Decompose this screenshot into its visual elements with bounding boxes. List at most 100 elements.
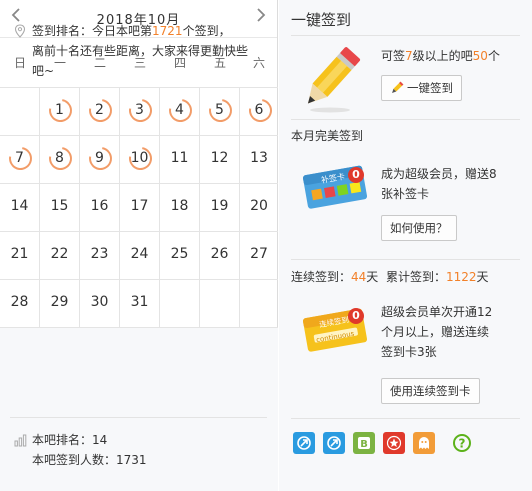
one-key-count: 50 (472, 49, 488, 63)
calendar-day-number: 5 (215, 102, 224, 118)
calendar-day[interactable]: 4 (160, 88, 200, 135)
calendar-week-row: 1 2 3 4 5 6 (0, 87, 278, 135)
star-badge-icon[interactable] (383, 432, 405, 454)
calendar-day[interactable]: 29 (40, 280, 80, 327)
location-pin-icon (14, 24, 26, 38)
calendar-day-number: 9 (95, 150, 104, 166)
calendar-day-number: 16 (90, 198, 109, 214)
calendar-day-number: 27 (250, 246, 268, 262)
calendar-day[interactable]: 8 (40, 136, 80, 183)
calendar-day-number: 20 (250, 198, 268, 214)
calendar-day-number: 3 (135, 102, 144, 118)
streak-desc: 超级会员单次开通12 个月以上，赠送连续 签到卡3张 (381, 302, 492, 362)
calendar-day-number: 24 (130, 246, 149, 262)
calendar-day-number: 18 (170, 198, 189, 214)
calendar-day[interactable]: 16 (80, 184, 120, 231)
calendar-day[interactable]: 2 (80, 88, 120, 135)
calendar-empty-cell (0, 88, 40, 135)
svg-text:B: B (360, 439, 368, 450)
calendar-day[interactable]: 31 (120, 280, 160, 327)
calendar-day-number: 2 (95, 102, 104, 118)
help-icon[interactable]: ? (451, 432, 473, 454)
calendar-day-number: 15 (50, 198, 69, 214)
calendar-day[interactable]: 28 (0, 280, 40, 327)
how-to-use-button[interactable]: 如何使用？ (381, 215, 457, 241)
ghost-icon[interactable] (413, 432, 435, 454)
one-key-prefix: 可签 (381, 49, 406, 63)
total-label: 累计签到： (385, 270, 446, 284)
rank-prefix: 签到排名：今日本吧第 (32, 24, 153, 38)
calendar-day[interactable]: 13 (240, 136, 278, 183)
streak-summary: 连续签到：44天 累计签到：1122天 (291, 268, 489, 285)
rank-value: 1721 (152, 24, 183, 38)
calendar-day[interactable]: 30 (80, 280, 120, 327)
calendar-day[interactable]: 25 (160, 232, 200, 279)
calendar-day[interactable]: 11 (160, 136, 200, 183)
calendar-day-number: 8 (55, 150, 64, 166)
calendar-day-number: 22 (50, 246, 69, 262)
pencil-icon (295, 44, 365, 113)
share-alt-icon[interactable] (323, 432, 345, 454)
calendar-day[interactable]: 3 (120, 88, 160, 135)
calendar-day[interactable]: 24 (120, 232, 160, 279)
rank-line-2: 离前十名还有些距离，大家来得更勤快些 (32, 44, 249, 58)
b-badge-icon[interactable]: B (353, 432, 375, 454)
one-key-sign-label: 一键签到 (407, 81, 453, 95)
rank-suffix: 个签到， (182, 24, 231, 38)
sign-rank: 签到排名：今日本吧第1721个签到， 离前十名还有些距离，大家来得更勤快些 吧~ (14, 21, 267, 81)
calendar-day[interactable]: 27 (240, 232, 278, 279)
calendar-day-number: 30 (90, 294, 109, 310)
divider (10, 417, 267, 418)
calendar-day[interactable]: 5 (200, 88, 240, 135)
use-streak-card-button[interactable]: 使用连续签到卡 (381, 378, 480, 404)
calendar-day[interactable]: 23 (80, 232, 120, 279)
calendar-day[interactable]: 18 (160, 184, 200, 231)
streak-line-1: 超级会员单次开通12 (381, 305, 493, 319)
total-days: 1122 (445, 270, 477, 284)
streak-days-unit: 天 (366, 270, 379, 284)
calendar-day[interactable]: 14 (0, 184, 40, 231)
calendar-day[interactable]: 22 (40, 232, 80, 279)
calendar-day[interactable]: 21 (0, 232, 40, 279)
pencil-small-icon (390, 79, 404, 103)
one-key-desc: 可签7级以上的吧50个 (381, 46, 500, 66)
rank-line-3: 吧~ (32, 64, 55, 78)
one-key-sign-title: 一键签到 (291, 11, 352, 29)
calendar-day[interactable]: 9 (80, 136, 120, 183)
calendar-day[interactable]: 7 (0, 136, 40, 183)
calendar-day[interactable]: 12 (200, 136, 240, 183)
calendar-day-number: 26 (210, 246, 229, 262)
one-key-suffix: 个 (487, 49, 500, 63)
perfect-line-2: 张补签卡 (381, 187, 430, 201)
calendar-day[interactable]: 10 (120, 136, 160, 183)
calendar-day-number: 6 (254, 102, 264, 118)
calendar-day[interactable]: 26 (200, 232, 240, 279)
calendar-week-row: 28 29 30 31 (0, 279, 278, 327)
total-days-unit: 天 (476, 270, 489, 284)
calendar-day-number: 21 (10, 246, 29, 262)
calendar-day[interactable]: 17 (120, 184, 160, 231)
streak-card-count-badge: 0 (348, 308, 364, 324)
bottom-icon-bar: B ? (293, 432, 473, 454)
calendar-empty-cell (240, 280, 278, 327)
perfect-desc: 成为超级会员，赠送8 张补签卡 (381, 164, 497, 204)
streak-line-3: 签到卡3张 (381, 345, 437, 359)
calendar-empty-cell (200, 280, 240, 327)
divider (291, 259, 520, 260)
one-key-mid: 级以上的吧 (412, 49, 473, 63)
calendar-day[interactable]: 20 (240, 184, 278, 231)
calendar-week-row: 14 15 16 17 18 19 20 (0, 183, 278, 231)
calendar-day-number: 17 (130, 198, 149, 214)
one-key-sign-button[interactable]: 一键签到 (381, 75, 462, 101)
calendar-day[interactable]: 19 (200, 184, 240, 231)
calendar-week-row: 21 22 23 24 25 26 27 (0, 231, 278, 279)
calendar-day[interactable]: 15 (40, 184, 80, 231)
calendar-grid: 1 2 3 4 5 6 7 8 9 10 11 12 13 14 15 16 17 18 19 20 21 22 23 24 2… (0, 87, 278, 327)
streak-label: 连续签到： (291, 270, 352, 284)
calendar-day[interactable]: 1 (40, 88, 80, 135)
calendar-day[interactable]: 6 (240, 88, 278, 135)
bar-rank: 本吧排名：14 (32, 433, 108, 447)
divider (291, 35, 520, 36)
share-icon[interactable] (293, 432, 315, 454)
divider (291, 418, 520, 419)
